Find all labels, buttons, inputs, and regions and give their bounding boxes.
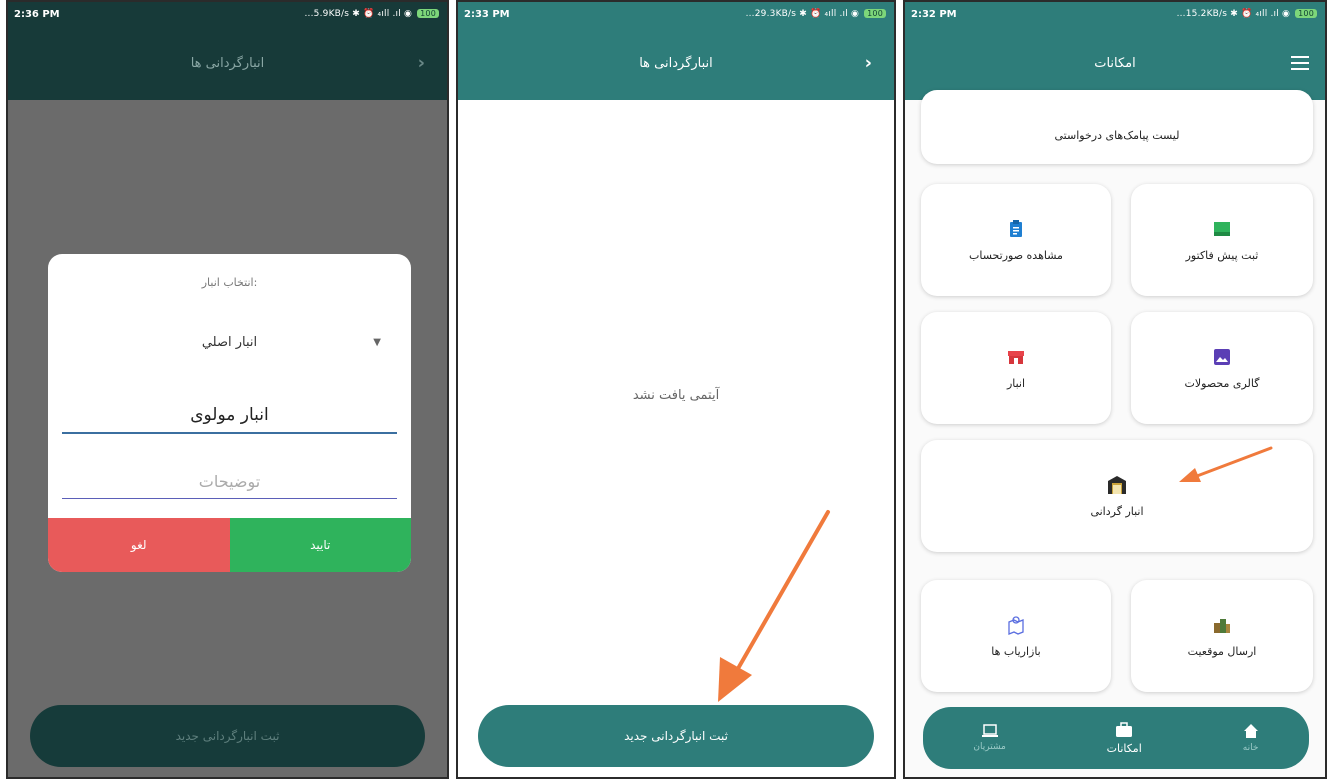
card-label: انبار گردانی xyxy=(1090,504,1144,518)
card-product-gallery[interactable]: گالری محصولات xyxy=(1131,312,1313,424)
bottom-navigation: مشتریان امکانات خانه xyxy=(923,707,1309,769)
card-label: انبار xyxy=(1006,376,1026,390)
battery-icon: 100 xyxy=(864,9,886,18)
page-title: انبارگردانی ها xyxy=(639,55,713,71)
phone-screen-dialog: 2:36 PM ...5.9KB/s ✱ ⏰ ₄ıll .ıl ◉ 100 ان… xyxy=(6,0,449,779)
laptop-icon xyxy=(981,724,998,737)
nav-item-home[interactable]: خانه xyxy=(1243,723,1259,753)
card-warehouse[interactable]: انبار xyxy=(921,312,1111,424)
card-label: گالری محصولات xyxy=(1184,376,1260,390)
card-label: بازاریاب ها xyxy=(991,644,1041,658)
new-stocktaking-button[interactable]: ثبت انبارگردانی جدید xyxy=(478,705,874,767)
briefcase-icon xyxy=(1116,721,1133,737)
store-icon xyxy=(1008,350,1024,364)
buildings-icon xyxy=(1214,618,1230,633)
stocktaking-name-input[interactable]: انبار مولوی xyxy=(62,398,397,434)
battery-icon: 100 xyxy=(417,9,439,18)
card-marketers[interactable]: بازاریاب ها xyxy=(921,580,1111,692)
nav-item-customers[interactable]: مشتریان xyxy=(973,724,1006,752)
phone-screen-empty-list: 2:33 PM ...29.3KB/s ✱ ⏰ ₄ıll .ıl ◉ 100 ا… xyxy=(456,0,896,779)
card-stocktaking[interactable]: انبار گردانی xyxy=(921,440,1313,552)
chevron-right-icon[interactable]: › xyxy=(865,53,872,74)
new-stocktaking-button: ثبت انبارگردانی جدید xyxy=(30,705,425,767)
invoice-icon xyxy=(1214,221,1230,236)
menu-icon[interactable] xyxy=(1291,56,1309,70)
card-label: مشاهده صورتحساب xyxy=(969,248,1063,262)
gallery-icon xyxy=(1214,348,1230,365)
confirm-button[interactable]: تایید xyxy=(229,518,411,572)
card-view-statement[interactable]: مشاهده صورتحساب xyxy=(921,184,1111,296)
status-indicators: ...5.9KB/s ✱ ⏰ ₄ıll .ıl ◉ 100 xyxy=(304,9,441,19)
clipboard-icon xyxy=(1010,219,1022,237)
annotation-arrow-icon xyxy=(718,510,830,702)
dialog-title: انتخاب انبار: xyxy=(201,276,258,289)
nav-item-features[interactable]: امکانات xyxy=(1107,721,1142,755)
app-bar: امکانات xyxy=(905,26,1325,100)
map-pin-icon xyxy=(1008,615,1024,635)
status-bar: 2:33 PM ...29.3KB/s ✱ ⏰ ₄ıll .ıl ◉ 100 xyxy=(458,2,894,26)
status-time: 2:36 PM xyxy=(14,8,60,20)
cancel-button[interactable]: لغو xyxy=(48,518,230,572)
status-bar: 2:32 PM ...15.2KB/s ✱ ⏰ ₄ıll .ıl ◉ 100 xyxy=(905,2,1325,26)
status-time: 2:33 PM xyxy=(464,8,510,20)
card-label: ارسال موقعیت xyxy=(1187,644,1257,658)
card-label: لیست پیامک‌های درخواستی xyxy=(1054,129,1180,142)
dialog-actions: لغو تایید xyxy=(48,518,411,572)
card-send-location[interactable]: ارسال موقعیت xyxy=(1131,580,1313,692)
stocktaking-dialog: انتخاب انبار: انبار اصلي ▼ انبار مولوی ت… xyxy=(48,254,411,572)
description-input[interactable]: توضیحات xyxy=(62,464,397,499)
card-sms-requests[interactable]: لیست پیامک‌های درخواستی xyxy=(921,90,1313,164)
dropdown-arrow-icon[interactable]: ▼ xyxy=(373,337,381,348)
chevron-right-icon[interactable]: › xyxy=(418,53,425,74)
status-time: 2:32 PM xyxy=(911,8,957,20)
status-indicators: ...15.2KB/s ✱ ⏰ ₄ıll .ıl ◉ 100 xyxy=(1177,9,1319,19)
status-bar: 2:36 PM ...5.9KB/s ✱ ⏰ ₄ıll .ıl ◉ 100 xyxy=(8,2,447,26)
home-icon xyxy=(1243,724,1258,738)
app-bar: انبارگردانی ها › xyxy=(458,26,894,100)
card-proforma[interactable]: ثبت پیش فاکتور xyxy=(1131,184,1313,296)
warehouse-select[interactable]: انبار اصلي ▼ xyxy=(72,330,387,354)
app-bar: انبارگردانی ها › xyxy=(8,26,447,100)
status-indicators: ...29.3KB/s ✱ ⏰ ₄ıll .ıl ◉ 100 xyxy=(746,9,888,19)
page-title: امکانات xyxy=(1094,55,1136,71)
warehouse-select-value: انبار اصلي xyxy=(201,334,258,350)
warehouse-icon xyxy=(1108,475,1126,494)
empty-state-message: آیتمی یافت نشد xyxy=(632,388,720,403)
page-title: انبارگردانی ها xyxy=(190,55,265,71)
phone-screen-features: 2:32 PM ...15.2KB/s ✱ ⏰ ₄ıll .ıl ◉ 100 ا… xyxy=(903,0,1327,779)
card-label: ثبت پیش فاکتور xyxy=(1185,248,1259,262)
battery-icon: 100 xyxy=(1295,9,1317,18)
